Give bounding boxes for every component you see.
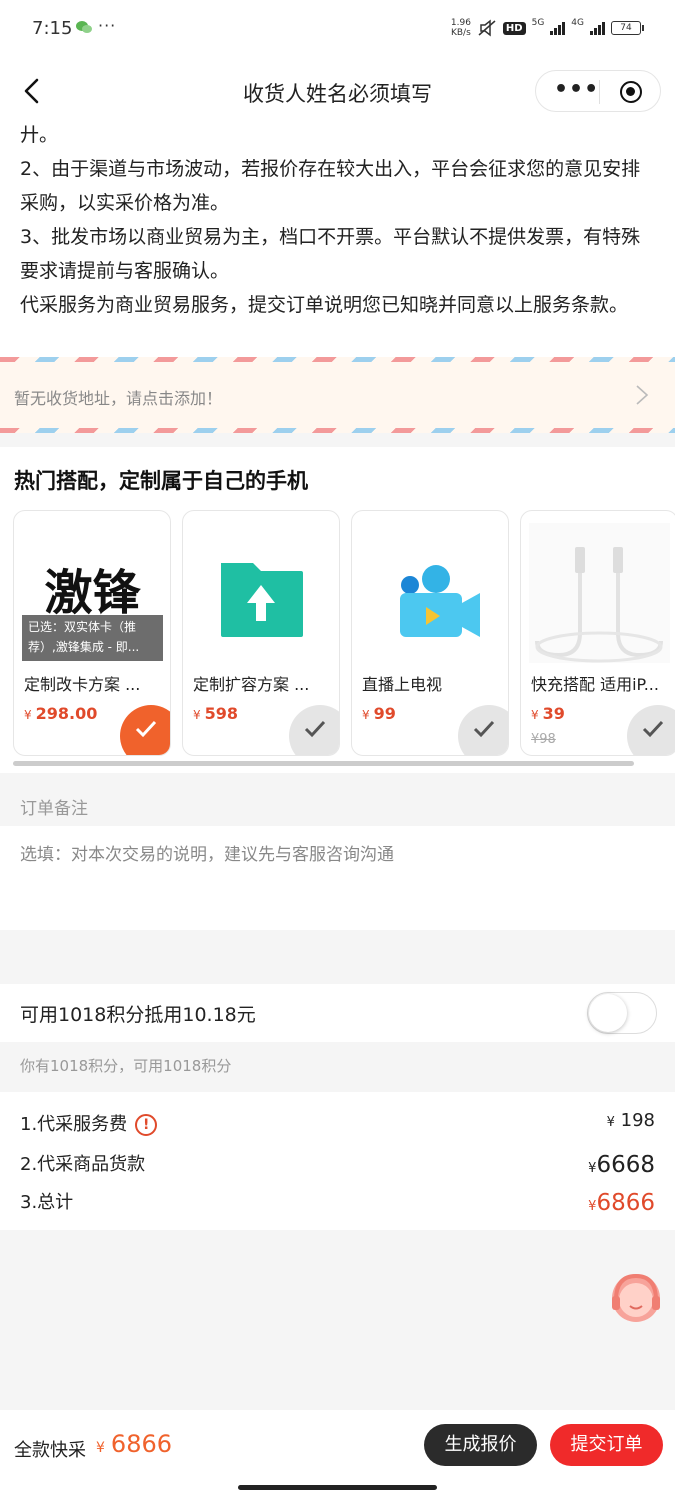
terms-line: 代采服务为商业贸易服务，提交订单说明您已知晓并同意以上服务条款。 xyxy=(20,294,629,316)
address-placeholder: 暂无收货地址，请点击添加！ xyxy=(14,389,223,408)
signal-4g-icon xyxy=(590,21,605,35)
toggle-knob xyxy=(589,994,627,1032)
points-toggle[interactable] xyxy=(587,992,657,1034)
product-price: ¥99 xyxy=(362,704,396,723)
hot-combos-section: 热门搭配，定制属于自己的手机 激锋 已选：双实体卡（推荐）,激锋集成 - 即..… xyxy=(0,447,675,773)
status-bar: 7:15 ··· 1.96 KB/s HD 5G 4G 74 xyxy=(0,0,675,58)
bottom-total: ¥6866 xyxy=(96,1430,172,1458)
section-title: 热门搭配，定制属于自己的手机 xyxy=(14,469,308,493)
select-check-icon[interactable] xyxy=(289,705,339,755)
remark-label: 订单备注 xyxy=(0,786,675,826)
points-label: 可用1018积分抵用10.18元 xyxy=(20,1004,256,1026)
select-check-icon[interactable] xyxy=(458,705,508,755)
product-name: 直播上电视 xyxy=(362,675,443,694)
fee-label: 2.代采商品货款 xyxy=(20,1154,146,1175)
payment-type-label: 全款快采 xyxy=(14,1440,86,1461)
fee-summary: 1.代采服务费! ¥ 198 2.代采商品货款 ¥6668 3.总计 ¥6866 xyxy=(0,1092,675,1230)
product-card[interactable]: 定制扩容方案 ... ¥598 xyxy=(182,510,340,756)
net-4g-label: 4G xyxy=(571,18,584,28)
envelope-stripe xyxy=(0,357,675,362)
selected-option-overlay: 已选：双实体卡（推荐）,激锋集成 - 即... xyxy=(22,615,163,661)
signal-5g-icon xyxy=(550,21,566,35)
product-price: ¥39 xyxy=(531,704,565,723)
fee-row-total: 3.总计 ¥6866 xyxy=(20,1188,655,1216)
carousel-scrollbar[interactable] xyxy=(13,761,634,766)
product-card[interactable]: 激锋 已选：双实体卡（推荐）,激锋集成 - 即... 定制改卡方案 ... ¥2… xyxy=(13,510,171,756)
close-miniprogram-icon[interactable] xyxy=(620,81,642,103)
fee-row-service: 1.代采服务费! ¥ 198 xyxy=(20,1110,655,1136)
network-speed: 1.96 KB/s xyxy=(450,18,471,38)
fee-value: ¥ 198 xyxy=(606,1110,655,1131)
info-warning-icon[interactable]: ! xyxy=(135,1114,158,1136)
mute-icon xyxy=(478,19,496,37)
hd-badge: HD xyxy=(502,21,526,35)
product-name: 定制扩容方案 ... xyxy=(193,675,310,694)
select-check-icon[interactable] xyxy=(627,705,675,755)
product-thumb-text: 激锋 xyxy=(44,565,141,621)
product-carousel[interactable]: 激锋 已选：双实体卡（推荐）,激锋集成 - 即... 定制改卡方案 ... ¥2… xyxy=(13,510,675,758)
product-name: 定制改卡方案 ... xyxy=(24,675,141,694)
notification-dots: ··· xyxy=(98,16,117,35)
fee-row-goods: 2.代采商品货款 ¥6668 xyxy=(20,1150,655,1178)
battery-icon: 74 xyxy=(611,21,644,35)
remark-placeholder: 选填：对本次交易的说明，建议先与客服咨询沟通 xyxy=(20,845,394,865)
select-check-icon[interactable] xyxy=(120,705,170,755)
product-price: ¥598 xyxy=(193,704,239,723)
terms-line: 2、由于渠道与市场波动，若报价存在较大出入，平台会征求您的意见安排采购，以实采价… xyxy=(20,158,641,214)
capsule-divider xyxy=(599,80,600,104)
product-card[interactable]: 直播上电视 ¥99 xyxy=(351,510,509,756)
clock: 7:15 xyxy=(32,18,73,39)
generate-quote-button[interactable]: 生成报价 xyxy=(424,1424,537,1466)
more-menu-button[interactable]: ••• xyxy=(554,77,599,102)
customer-service-icon[interactable] xyxy=(608,1270,664,1328)
product-card[interactable]: 快充搭配 适用iP... ¥39 ¥98 xyxy=(520,510,675,756)
folder-upload-icon xyxy=(221,563,303,637)
status-indicators: 1.96 KB/s HD 5G 4G 74 xyxy=(450,18,644,38)
video-camera-icon xyxy=(400,565,480,637)
add-address-bar[interactable]: 暂无收货地址，请点击添加！ xyxy=(0,357,675,433)
fee-value: ¥6866 xyxy=(588,1190,655,1216)
service-terms-text: 廾。 2、由于渠道与市场波动，若报价存在较大出入，平台会征求您的意见安排采购，以… xyxy=(0,112,675,358)
fee-label: 1.代采服务费 xyxy=(20,1114,128,1135)
fee-label: 3.总计 xyxy=(20,1192,74,1213)
wechat-icon xyxy=(76,21,92,33)
submit-order-button[interactable]: 提交订单 xyxy=(550,1424,663,1466)
net-5g-label: 5G xyxy=(531,18,545,28)
terms-line: 3、批发市场以商业贸易为主，档口不开票。平台默认不提供发票，有特殊要求请提前与客… xyxy=(20,226,641,282)
points-balance: 你有1018积分，可用1018积分 xyxy=(0,1043,675,1091)
product-price: ¥298.00 xyxy=(24,704,98,723)
home-indicator[interactable] xyxy=(238,1485,437,1490)
remark-field[interactable]: 选填：对本次交易的说明，建议先与客服咨询沟通 xyxy=(0,826,675,930)
envelope-stripe xyxy=(0,428,675,433)
points-row: 可用1018积分抵用10.18元 xyxy=(0,984,675,1042)
fee-value: ¥6668 xyxy=(588,1152,655,1178)
miniprogram-capsule: ••• xyxy=(535,70,661,112)
original-price: ¥98 xyxy=(531,732,556,747)
usb-cable-icon xyxy=(529,523,670,663)
chevron-right-icon xyxy=(636,385,649,405)
terms-line: 廾。 xyxy=(20,124,59,146)
product-name: 快充搭配 适用iP... xyxy=(531,675,659,694)
